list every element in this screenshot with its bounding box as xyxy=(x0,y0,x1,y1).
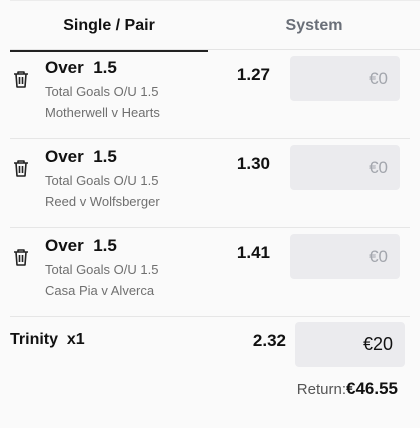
selection-odds: 1.27 xyxy=(236,65,270,84)
selection-market: Total Goals O/U 1.5 xyxy=(45,173,159,188)
selection-item: Over 1.5 Total Goals O/U 1.5 Reed v Wolf… xyxy=(10,139,410,228)
selection-title: Over 1.5 xyxy=(45,58,117,77)
trash-icon[interactable] xyxy=(13,159,29,177)
combo-label: Trinity x1 xyxy=(10,331,85,348)
returns-label: Return: xyxy=(296,381,346,398)
betslip: Single / Pair System Over 1.5 Total Goal… xyxy=(0,0,420,428)
combo-odds: 2.32 xyxy=(252,331,286,350)
tab-system[interactable]: System xyxy=(208,1,420,51)
selection-event: Motherwell v Hearts xyxy=(45,105,160,120)
returns-value: €46.55 xyxy=(346,379,398,398)
bet-type-tabs: Single / Pair System xyxy=(10,0,420,52)
tab-single-pair[interactable]: Single / Pair xyxy=(10,1,208,52)
selection-title: Over 1.5 xyxy=(45,236,117,255)
combo-row: Trinity x1 2.32 €20 xyxy=(10,317,410,377)
selection-title: Over 1.5 xyxy=(45,147,117,166)
selection-event: Reed v Wolfsberger xyxy=(45,194,160,209)
selection-market: Total Goals O/U 1.5 xyxy=(45,84,159,99)
selection-odds: 1.30 xyxy=(236,154,270,173)
stake-input[interactable]: €0 xyxy=(290,145,400,190)
combo-stake-input[interactable]: €20 xyxy=(295,322,405,367)
selection-odds: 1.41 xyxy=(236,243,270,262)
stake-input[interactable]: €0 xyxy=(290,56,400,101)
trash-icon[interactable] xyxy=(13,70,29,88)
stake-input[interactable]: €0 xyxy=(290,234,400,279)
selection-item: Over 1.5 Total Goals O/U 1.5 Casa Pia v … xyxy=(10,228,410,317)
selection-market: Total Goals O/U 1.5 xyxy=(45,262,159,277)
selection-event: Casa Pia v Alverca xyxy=(45,283,155,298)
selection-item: Over 1.5 Total Goals O/U 1.5 Motherwell … xyxy=(10,50,410,139)
potential-returns: Return: €46.55 xyxy=(297,379,398,399)
trash-icon[interactable] xyxy=(13,248,29,266)
